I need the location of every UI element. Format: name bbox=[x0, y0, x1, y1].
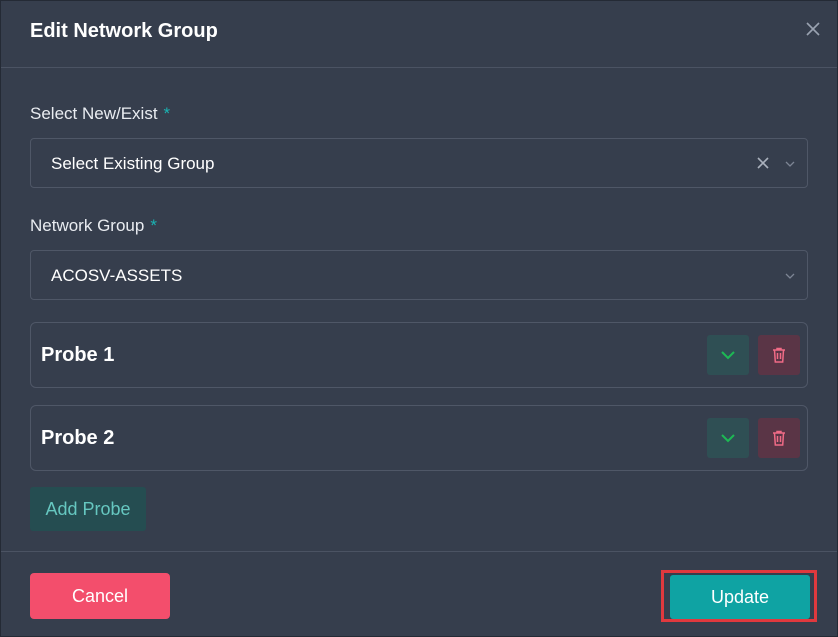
required-asterisk: * bbox=[163, 104, 171, 123]
clear-icon[interactable] bbox=[755, 155, 771, 171]
modal-footer: Cancel Update bbox=[1, 551, 837, 637]
cancel-button[interactable]: Cancel bbox=[30, 573, 170, 619]
close-button[interactable] bbox=[803, 19, 823, 39]
network-group-label: Network Group * bbox=[30, 216, 157, 235]
select-new-exist-value: Select Existing Group bbox=[51, 154, 215, 173]
required-asterisk: * bbox=[150, 216, 157, 235]
chevron-down-icon bbox=[721, 434, 735, 443]
network-group-value: ACOSV-ASSETS bbox=[51, 266, 183, 285]
probe-card: Probe 2 bbox=[30, 405, 808, 471]
chevron-down-icon bbox=[721, 351, 735, 360]
expand-probe-button[interactable] bbox=[707, 418, 749, 458]
delete-probe-button[interactable] bbox=[758, 418, 800, 458]
delete-probe-button[interactable] bbox=[758, 335, 800, 375]
modal-header: Edit Network Group bbox=[1, 1, 837, 68]
probe-title: Probe 1 bbox=[41, 344, 115, 366]
add-probe-button[interactable]: Add Probe bbox=[30, 487, 146, 531]
trash-icon bbox=[773, 430, 785, 446]
chevron-down-icon bbox=[785, 273, 795, 279]
select-new-exist-label: Select New/Exist * bbox=[30, 104, 171, 123]
close-icon bbox=[806, 22, 820, 36]
probe-title: Probe 2 bbox=[41, 427, 115, 449]
update-button[interactable]: Update bbox=[670, 575, 810, 619]
trash-icon bbox=[773, 347, 785, 363]
edit-network-group-modal: Edit Network Group Select New/Exist * Sel… bbox=[0, 0, 838, 637]
chevron-down-icon bbox=[785, 161, 795, 167]
modal-title: Edit Network Group bbox=[30, 20, 218, 42]
probe-card: Probe 1 bbox=[30, 322, 808, 388]
expand-probe-button[interactable] bbox=[707, 335, 749, 375]
select-new-exist-dropdown[interactable]: Select Existing Group bbox=[30, 138, 808, 188]
network-group-dropdown[interactable]: ACOSV-ASSETS bbox=[30, 250, 808, 300]
